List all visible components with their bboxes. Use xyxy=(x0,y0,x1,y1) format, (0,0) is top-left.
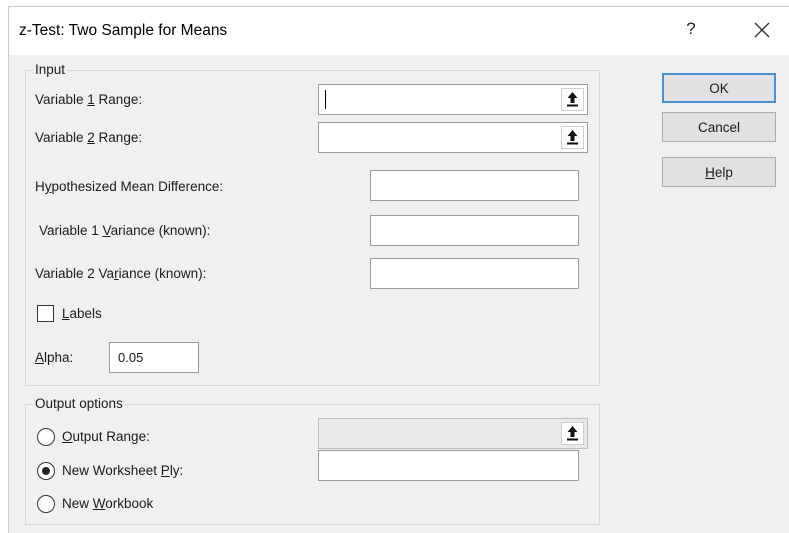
collapse-range-icon[interactable] xyxy=(561,126,584,149)
variable-2-range-field[interactable] xyxy=(318,122,588,153)
variable-1-range-label: Variable 1 Range: xyxy=(35,92,143,107)
variable-2-variance-field[interactable] xyxy=(370,258,579,289)
labels-checkbox[interactable] xyxy=(37,305,54,322)
collapse-range-icon[interactable] xyxy=(561,88,584,111)
new-worksheet-ply-input[interactable] xyxy=(319,451,578,480)
collapse-range-icon[interactable] xyxy=(561,422,584,445)
new-workbook-radio[interactable] xyxy=(37,495,55,513)
variable-2-range-input[interactable] xyxy=(319,123,587,152)
variable-1-variance-field[interactable] xyxy=(370,215,579,246)
alpha-field[interactable] xyxy=(109,342,199,373)
help-button[interactable]: Help xyxy=(662,157,776,187)
cancel-button[interactable]: Cancel xyxy=(662,112,776,142)
output-range-input[interactable] xyxy=(319,419,587,448)
output-range-field[interactable] xyxy=(318,418,588,449)
new-workbook-label[interactable]: New Workbook xyxy=(62,496,153,511)
variable-2-variance-label: Variable 2 Variance (known): xyxy=(35,266,207,281)
ztest-dialog: z-Test: Two Sample for Means ? Input Var… xyxy=(8,6,789,533)
output-range-radio[interactable] xyxy=(37,428,55,446)
alpha-input[interactable] xyxy=(110,343,198,372)
title-bar: z-Test: Two Sample for Means ? xyxy=(9,7,789,55)
variable-1-variance-label: Variable 1 Variance (known): xyxy=(39,223,211,238)
output-range-label[interactable]: Output Range: xyxy=(62,429,150,444)
hypothesized-mean-difference-label: Hypothesized Mean Difference: xyxy=(35,179,224,194)
alpha-label: Alpha: xyxy=(35,350,74,365)
new-worksheet-ply-radio[interactable] xyxy=(37,462,55,480)
new-worksheet-ply-label[interactable]: New Worksheet Ply: xyxy=(62,463,183,478)
variable-1-variance-input[interactable] xyxy=(371,216,578,245)
text-caret xyxy=(325,90,326,109)
variable-2-range-label: Variable 2 Range: xyxy=(35,130,143,145)
radio-selected-dot xyxy=(42,467,50,475)
dialog-title: z-Test: Two Sample for Means xyxy=(19,22,228,39)
help-question-button[interactable]: ? xyxy=(681,19,701,39)
close-icon[interactable] xyxy=(749,17,775,43)
ok-button[interactable]: OK xyxy=(662,73,776,103)
input-group-label: Input xyxy=(33,62,68,77)
variable-2-variance-input[interactable] xyxy=(371,259,578,288)
variable-1-range-field[interactable] xyxy=(318,84,588,115)
labels-checkbox-label[interactable]: Labels xyxy=(62,306,102,321)
hypothesized-mean-difference-input[interactable] xyxy=(371,171,578,200)
output-options-group-label: Output options xyxy=(33,396,125,411)
hypothesized-mean-difference-field[interactable] xyxy=(370,170,579,201)
new-worksheet-ply-field[interactable] xyxy=(318,450,579,481)
variable-1-range-input[interactable] xyxy=(319,85,587,114)
